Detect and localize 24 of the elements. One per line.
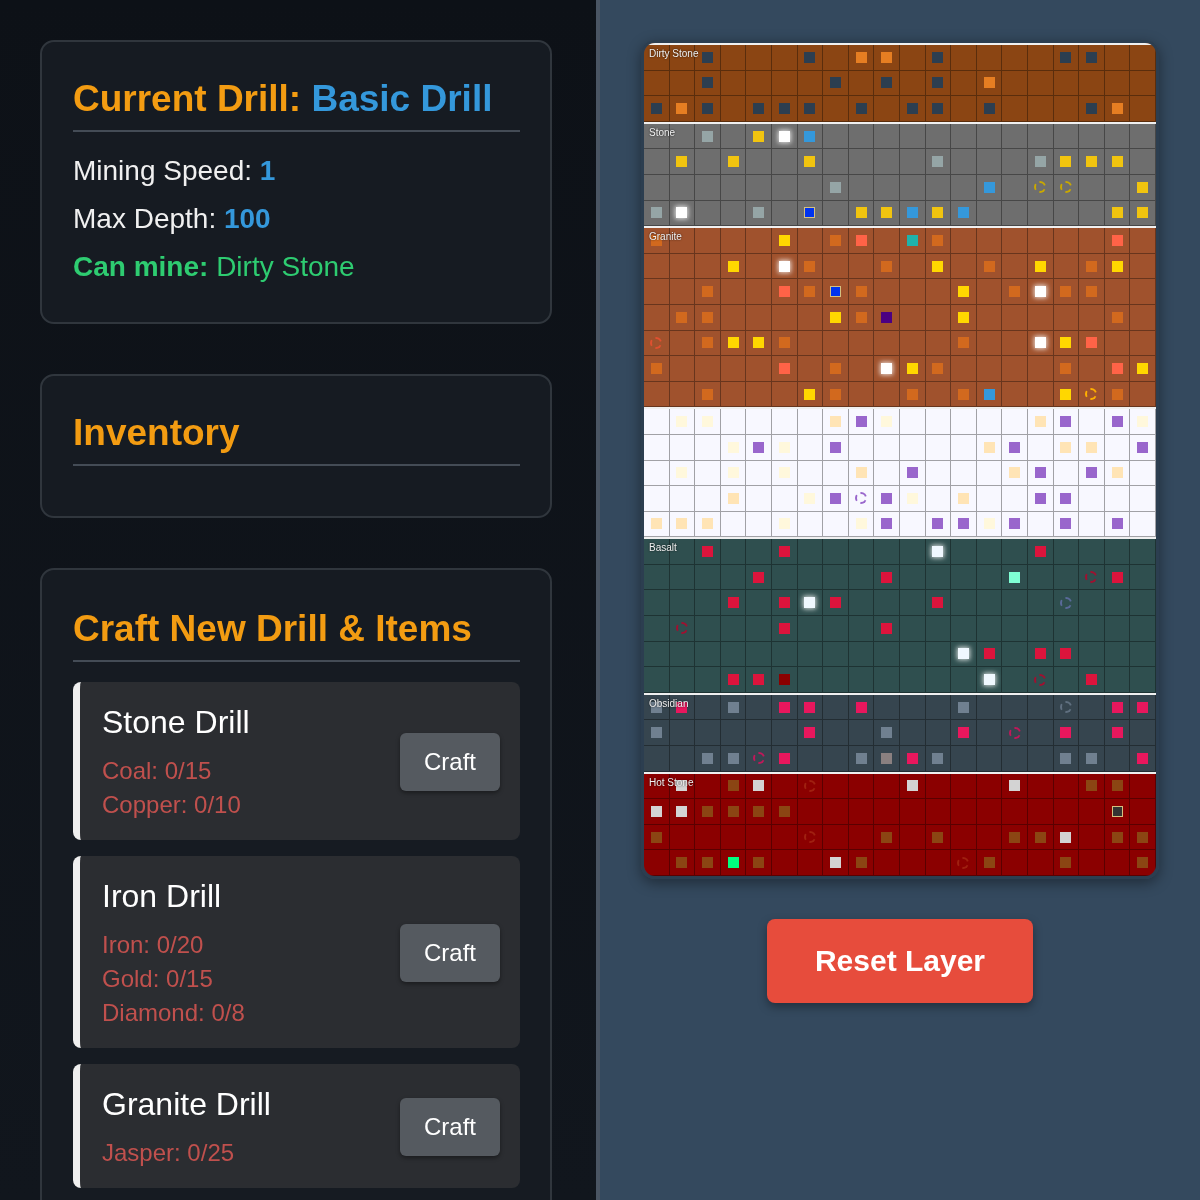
requirement-text: Coal: 0/15 (102, 756, 213, 786)
layer-label: Obsidian (649, 697, 689, 709)
layer-label: Granite (649, 231, 682, 243)
drill-title: Current Drill: Basic Drill (73, 76, 520, 132)
recipe-name: Granite Drill (102, 1085, 271, 1124)
craft-button[interactable]: Craft (400, 924, 500, 982)
stat-line: Max Depth: 100 (73, 202, 272, 236)
recipe-name: Iron Drill (102, 877, 223, 916)
requirement-text: Gold: 0/15 (102, 964, 214, 994)
layer-label: Stone (649, 126, 676, 138)
requirement-text: Diamond: 0/8 (102, 998, 245, 1028)
requirement-text: Iron: 0/20 (102, 930, 205, 960)
recipe-name: Stone Drill (102, 703, 250, 742)
requirement-text: Copper: 0/10 (102, 790, 242, 820)
layer-label: Basalt (649, 542, 677, 554)
craft-title: Craft New Drill & Items (73, 606, 520, 662)
stat-line: Mining Speed: 1 (73, 154, 277, 188)
requirement-text: Jasper: 0/25 (102, 1138, 236, 1168)
stat-line: Can mine: Dirty Stone (73, 250, 356, 284)
layer-label: Dirty Stone (649, 48, 699, 59)
craft-button[interactable]: Craft (400, 1098, 500, 1156)
inventory-title: Inventory (73, 410, 520, 466)
craft-button[interactable]: Craft (400, 733, 500, 791)
reset-layer-button[interactable]: Reset Layer (766, 919, 1034, 1003)
